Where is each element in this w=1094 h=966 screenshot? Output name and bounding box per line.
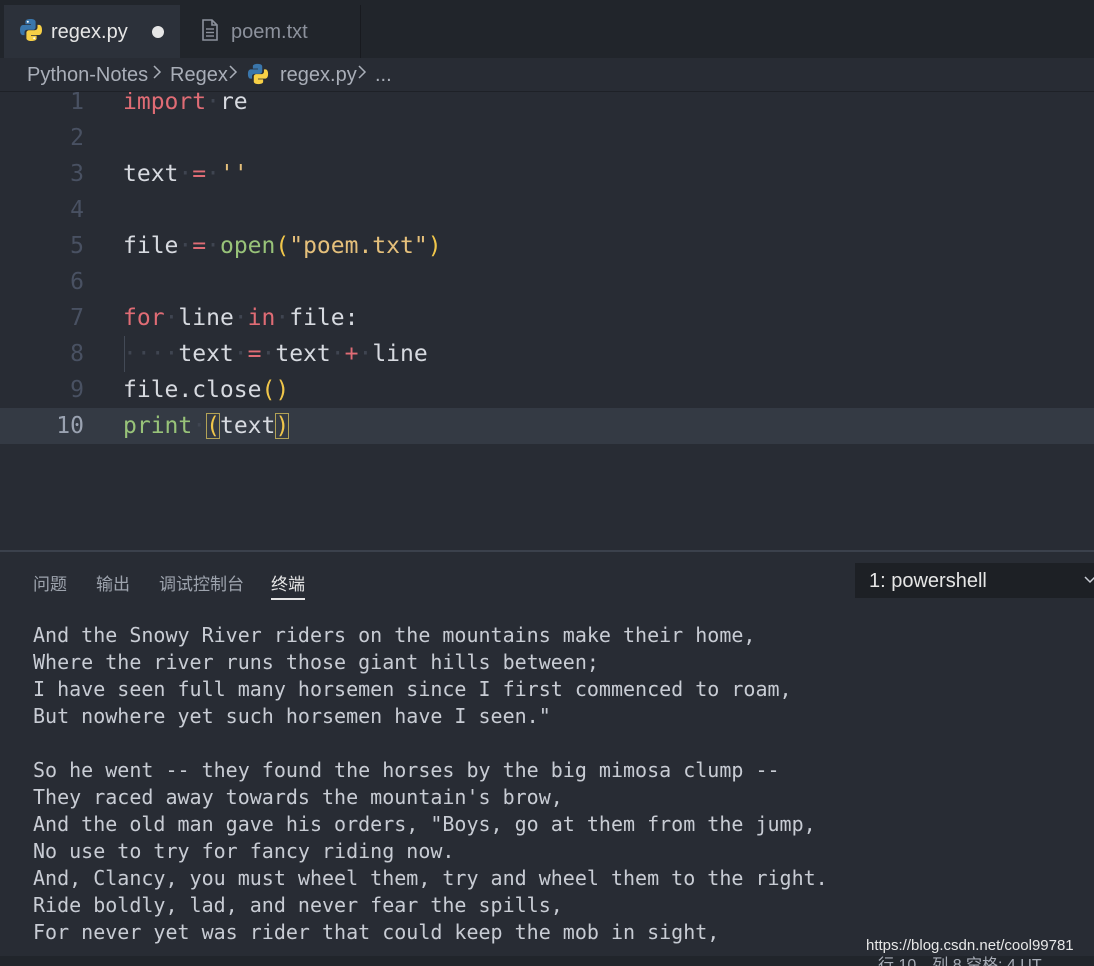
editor-tab-bar: regex.py poem.txt xyxy=(0,0,1094,58)
python-file-icon xyxy=(247,63,269,91)
token: text xyxy=(275,341,331,367)
token: text xyxy=(219,413,276,439)
token: = xyxy=(247,341,262,367)
terminal-select-value: 1: powershell xyxy=(869,570,987,592)
token: open xyxy=(219,233,276,259)
panel-tab-output[interactable]: 输出 xyxy=(96,570,130,595)
code-text: for·line·in·file: xyxy=(123,305,359,331)
terminal-line: And, Clancy, you must wheel them, try an… xyxy=(33,866,828,890)
token: file xyxy=(123,233,179,259)
chevron-right-icon xyxy=(358,65,367,79)
terminal-line: Where the river runs those giant hills b… xyxy=(33,650,599,674)
tab-regex-py[interactable]: regex.py xyxy=(4,5,180,58)
line-number: 5 xyxy=(70,233,84,259)
tab-poem-txt[interactable]: poem.txt xyxy=(182,5,361,58)
token: ( xyxy=(275,233,290,259)
tab-label: poem.txt xyxy=(231,21,308,43)
token: in xyxy=(247,305,276,331)
line-number: 7 xyxy=(70,305,84,331)
panel-tab-debug-console[interactable]: 调试控制台 xyxy=(159,570,244,595)
chevron-down-icon xyxy=(1084,576,1094,584)
breadcrumb-item-regex[interactable]: Regex xyxy=(170,64,228,87)
code-line[interactable]: 3 text·=·'' xyxy=(0,156,1094,192)
terminal-line: And the Snowy River riders on the mounta… xyxy=(33,623,756,647)
code-line[interactable]: 9 file.close() xyxy=(0,372,1094,408)
code-line[interactable]: 8 ····text·=·text·+·line xyxy=(0,336,1094,372)
terminal-select[interactable]: 1: powershell xyxy=(855,563,1094,598)
token: import xyxy=(123,92,207,115)
token: file.close xyxy=(123,377,262,403)
terminal-output[interactable]: And the Snowy River riders on the mounta… xyxy=(33,622,1083,946)
terminal-line: And the old man gave his orders, "Boys, … xyxy=(33,812,816,836)
code-line[interactable]: 2 xyxy=(0,120,1094,156)
bottom-panel: 问题 输出 调试控制台 终端 1: powershell And the Sno… xyxy=(0,550,1094,966)
chevron-right-icon xyxy=(229,65,238,79)
token: '' xyxy=(219,161,248,187)
text-file-icon xyxy=(200,18,220,48)
token: ( xyxy=(206,413,220,439)
code-line[interactable]: 6 xyxy=(0,264,1094,300)
token: = xyxy=(192,233,207,259)
code-text: text·=·'' xyxy=(123,161,248,187)
panel-tab-terminal[interactable]: 终端 xyxy=(271,570,305,595)
token: for xyxy=(123,305,165,331)
token: print xyxy=(123,413,193,439)
tab-label: regex.py xyxy=(51,21,128,43)
breadcrumb-item-python-notes[interactable]: Python-Notes xyxy=(27,64,148,87)
token: line xyxy=(372,341,428,367)
line-number: 3 xyxy=(70,161,84,187)
token: text xyxy=(178,341,234,367)
line-number: 8 xyxy=(70,341,84,367)
terminal-line: I have seen full many horsemen since I f… xyxy=(33,677,792,701)
terminal-line: No use to try for fancy riding now. xyxy=(33,839,455,863)
code-line[interactable]: 7 for·line·in·file: xyxy=(0,300,1094,336)
panel-tab-problems[interactable]: 问题 xyxy=(33,570,67,595)
code-text: import·re xyxy=(123,92,248,120)
code-editor[interactable]: 1 import·re 2 3 text·=·'' 4 5 file·=·ope… xyxy=(0,92,1094,550)
terminal-line: Ride boldly, lad, and never fear the spi… xyxy=(33,893,563,917)
token: + xyxy=(344,341,359,367)
line-number: 10 xyxy=(56,413,84,439)
token: ) xyxy=(275,413,290,439)
chevron-right-icon xyxy=(153,65,162,79)
token: file: xyxy=(289,305,359,331)
code-line-current[interactable]: 10 print·(text) xyxy=(0,408,1094,444)
line-number: 2 xyxy=(70,125,84,151)
code-text: print·(text) xyxy=(123,413,290,439)
active-tab-indicator xyxy=(271,598,305,600)
status-cursor-position[interactable]: 行 10，列 8 空格: 4 UT xyxy=(878,956,1042,966)
code-line[interactable]: 5 file·=·open("poem.txt") xyxy=(0,228,1094,264)
code-line[interactable]: 1 import·re xyxy=(0,92,1094,120)
code-text: file.close() xyxy=(123,372,289,408)
code-line[interactable]: 4 xyxy=(0,192,1094,228)
token: re xyxy=(219,92,248,115)
breadcrumb: Python-Notes Regex regex.py ... xyxy=(0,58,1094,92)
unsaved-dot-icon[interactable] xyxy=(152,26,164,38)
terminal-line: So he went -- they found the horses by t… xyxy=(33,758,780,782)
python-file-icon xyxy=(19,18,43,48)
line-number: 9 xyxy=(70,377,84,403)
terminal-line: But nowhere yet such horsemen have I see… xyxy=(33,704,551,728)
status-bar: 行 10，列 8 空格: 4 UT xyxy=(0,956,1094,966)
token: ) xyxy=(427,233,442,259)
line-number: 6 xyxy=(70,269,84,295)
token: text xyxy=(123,161,179,187)
terminal-line: They raced away towards the mountain's b… xyxy=(33,785,563,809)
breadcrumb-item-regex-py[interactable]: regex.py xyxy=(280,64,357,87)
breadcrumb-item-symbols[interactable]: ... xyxy=(375,64,392,87)
code-text: file·=·open("poem.txt") xyxy=(123,233,442,259)
line-number: 1 xyxy=(70,92,84,115)
token: line xyxy=(178,305,234,331)
token: = xyxy=(192,161,207,187)
token: "poem.txt" xyxy=(289,233,428,259)
token: () xyxy=(261,377,290,403)
line-number: 4 xyxy=(70,197,84,223)
code-text: ····text·=·text·+·line xyxy=(123,341,428,367)
watermark: https://blog.csdn.net/cool99781 xyxy=(866,937,1074,954)
